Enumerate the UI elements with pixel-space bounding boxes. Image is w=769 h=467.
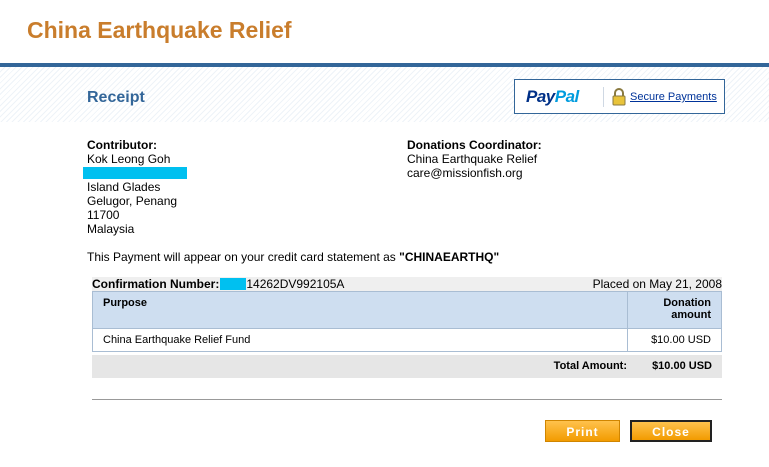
table-row: China Earthquake Relief Fund $10.00 USD	[92, 328, 722, 352]
confirmation-number: 14262DV992105A	[246, 277, 345, 291]
placed-on-date: Placed on May 21, 2008	[592, 277, 722, 291]
paypal-logo-pal: Pal	[554, 87, 580, 106]
coordinator-label: Donations Coordinator:	[407, 138, 542, 152]
address-line: Gelugor, Penang	[87, 194, 178, 208]
donation-table: Purpose Donation amount China Earthquake…	[92, 291, 722, 352]
total-label: Total Amount:	[553, 360, 627, 372]
address-line: 11700	[87, 208, 120, 222]
contributor-block: Contributor: Kok Leong Goh Island Glades…	[83, 138, 187, 236]
paypal-logo-pay: Pay	[526, 87, 555, 106]
close-button[interactable]: Close	[630, 420, 712, 442]
paypal-secure-badge: PayPal Secure Payments	[514, 79, 725, 114]
total-value: $10.00 USD	[652, 360, 712, 372]
redacted-confirmation-prefix	[220, 278, 247, 290]
paypal-separator	[603, 87, 604, 107]
table-header-row: Purpose Donation amount	[92, 291, 722, 329]
purpose-cell: China Earthquake Relief Fund	[92, 328, 628, 352]
print-button[interactable]: Print	[545, 420, 620, 442]
paypal-logo: PayPal	[526, 87, 579, 107]
confirmation-label: Confirmation Number:	[92, 277, 220, 291]
statement-descriptor: "CHINAEARTHQ"	[399, 250, 500, 264]
statement-text: This Payment will appear on your credit …	[87, 250, 400, 264]
footer-divider	[92, 399, 722, 400]
address-line: Island Glades	[87, 180, 161, 194]
address-line: Malaysia	[87, 222, 135, 236]
statement-note: This Payment will appear on your credit …	[87, 250, 499, 264]
page-title: China Earthquake Relief	[27, 17, 292, 43]
lock-icon	[612, 88, 626, 106]
confirmation-row: Confirmation Number: 14262DV992105A Place…	[92, 277, 722, 291]
amount-cell: $10.00 USD	[627, 328, 722, 352]
redacted-address-line	[83, 167, 187, 179]
contributor-name: Kok Leong Goh	[87, 152, 171, 166]
purpose-header: Purpose	[92, 291, 628, 329]
contributor-label: Contributor:	[87, 138, 157, 152]
secure-payments-link[interactable]: Secure Payments	[630, 91, 717, 103]
total-row: Total Amount: $10.00 USD	[92, 355, 722, 378]
amount-header: Donation amount	[627, 291, 722, 329]
receipt-title: Receipt	[87, 89, 145, 106]
coordinator-block: Donations Coordinator: China Earthquake …	[407, 138, 542, 180]
coordinator-name: China Earthquake Relief	[407, 152, 538, 166]
coordinator-email: care@missionfish.org	[407, 166, 523, 180]
